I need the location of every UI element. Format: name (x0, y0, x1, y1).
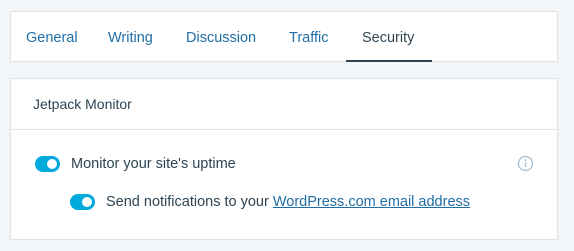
tab-discussion[interactable]: Discussion (186, 12, 256, 63)
notifications-label: Send notifications to your WordPress.com… (106, 194, 470, 210)
notifications-setting-row: Send notifications to your WordPress.com… (70, 194, 470, 210)
uptime-toggle[interactable] (35, 156, 60, 172)
notifications-toggle[interactable] (70, 194, 95, 210)
tab-writing[interactable]: Writing (108, 12, 153, 63)
notifications-label-prefix: Send notifications to your (106, 194, 273, 210)
wordpress-email-link[interactable]: WordPress.com email address (273, 194, 470, 210)
uptime-setting-row: Monitor your site's uptime (35, 156, 236, 172)
settings-tabs: General Writing Discussion Traffic Secur… (10, 11, 558, 62)
tab-general[interactable]: General (26, 12, 78, 63)
jetpack-monitor-card: Jetpack Monitor Monitor your site's upti… (10, 78, 558, 240)
toggle-knob (82, 197, 92, 207)
uptime-label: Monitor your site's uptime (71, 156, 236, 172)
info-icon[interactable] (517, 155, 534, 172)
active-tab-indicator (346, 60, 432, 62)
module-title: Jetpack Monitor (11, 79, 557, 130)
tab-security[interactable]: Security (362, 12, 414, 63)
toggle-knob (47, 159, 57, 169)
tab-traffic[interactable]: Traffic (289, 12, 328, 63)
